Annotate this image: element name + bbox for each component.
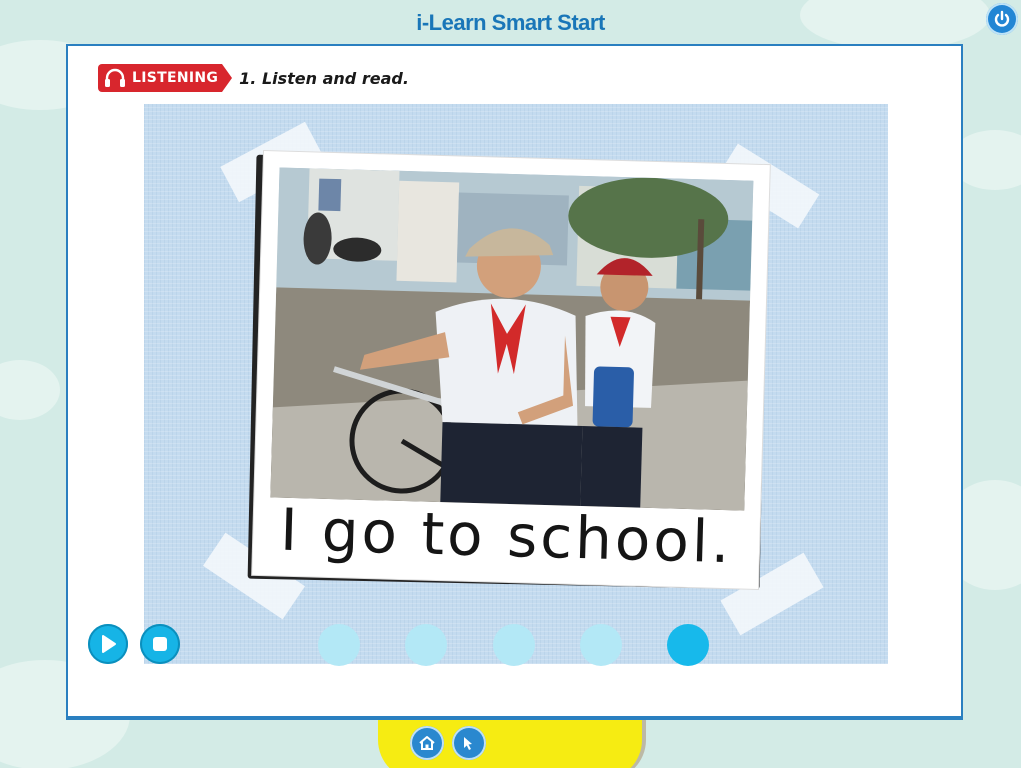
page-dot-3[interactable] [493, 624, 535, 666]
app-title: i-Learn Smart Start [416, 10, 605, 35]
instruction-text: 1. Listen and read. [239, 68, 409, 88]
stop-button[interactable] [140, 624, 180, 664]
page-dot-2[interactable] [405, 624, 447, 666]
play-icon [102, 635, 116, 653]
listening-badge: LISTENING [98, 64, 223, 92]
activity-header: LISTENING 1. Listen and read. [98, 64, 409, 92]
background-cloud [0, 360, 60, 420]
back-button[interactable] [452, 726, 486, 760]
photo-illustration [270, 167, 754, 511]
back-icon [464, 737, 472, 750]
power-icon [994, 10, 1010, 27]
headphone-icon [105, 68, 125, 87]
story-caption: I go to school. [279, 495, 734, 577]
story-card: I go to school. [252, 151, 770, 589]
page-dot-1[interactable] [318, 624, 360, 666]
page-dot-4[interactable] [580, 624, 622, 666]
badge-arrow [222, 64, 233, 92]
badge-label: LISTENING [132, 70, 219, 86]
page-dot-5[interactable] [667, 624, 709, 666]
home-icon [419, 736, 435, 750]
home-button[interactable] [410, 726, 444, 760]
story-scene: I go to school. [144, 104, 888, 664]
activity-panel: LISTENING 1. Listen and read. I go to sc… [66, 44, 963, 720]
story-photo [270, 167, 754, 511]
play-button[interactable] [88, 624, 128, 664]
power-button[interactable] [986, 3, 1018, 35]
stop-icon [153, 637, 167, 651]
